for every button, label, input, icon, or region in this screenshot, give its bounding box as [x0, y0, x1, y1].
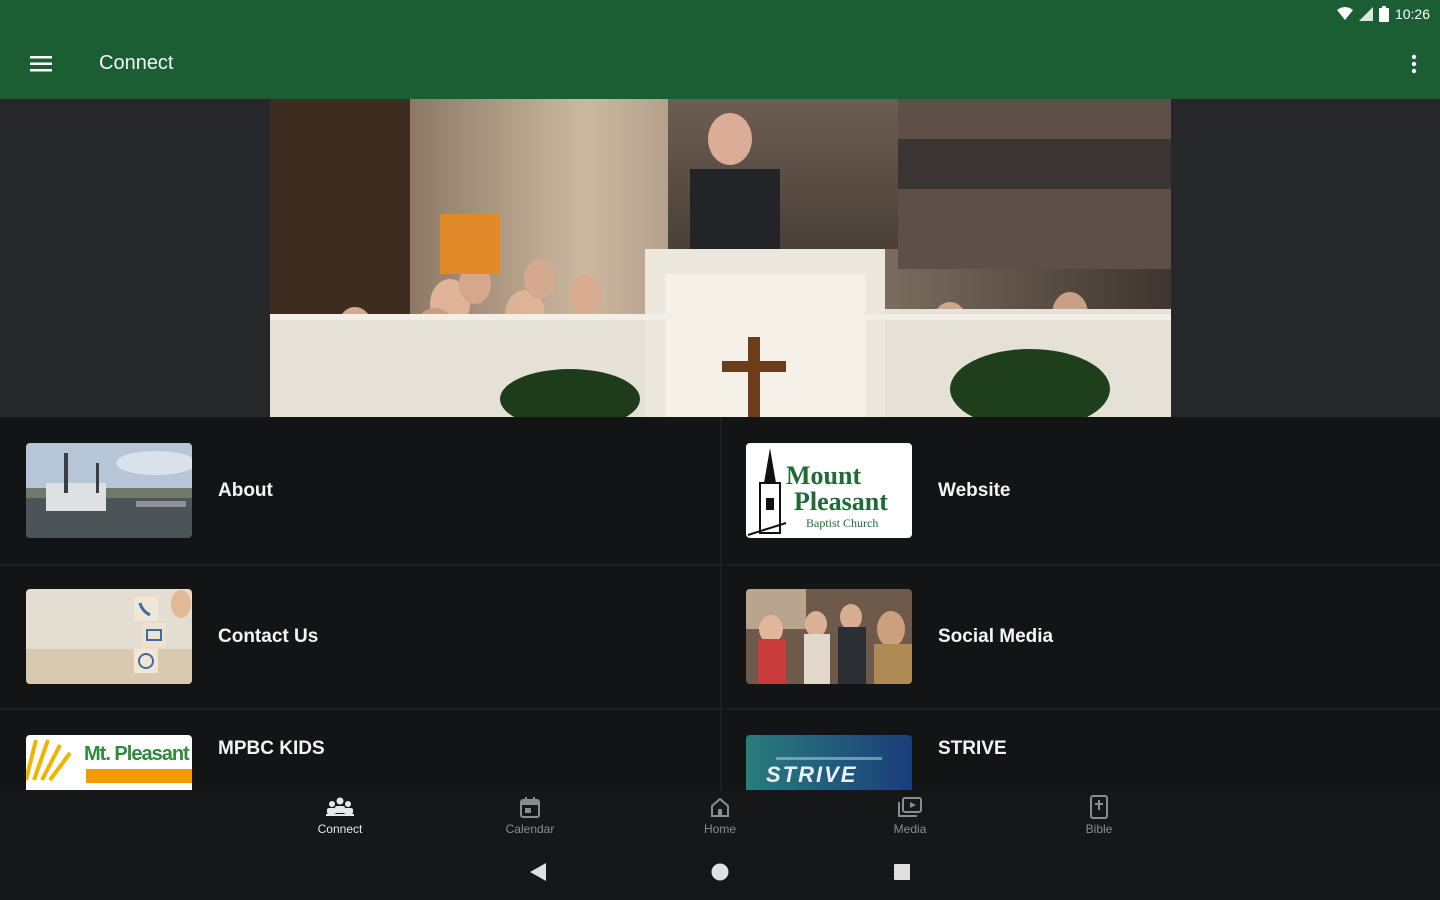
overflow-menu-button[interactable] [1404, 48, 1424, 80]
tile-social-media[interactable]: Social Media [720, 564, 1438, 710]
logo-line-mount: Mount [786, 461, 862, 490]
system-navigation [0, 840, 1440, 900]
tile-strive[interactable]: STRIVE STRIVE [720, 710, 1438, 790]
nav-label: Home [703, 822, 736, 836]
tile-about[interactable]: About [0, 418, 718, 564]
website-thumbnail: Mount Pleasant Baptist Church [746, 443, 912, 538]
strive-thumbnail: STRIVE [746, 735, 912, 790]
status-time: 10:26 [1394, 6, 1430, 22]
tile-label: STRIVE [938, 738, 1007, 759]
church-congregation-photo [270, 99, 1171, 417]
tile-label: Social Media [938, 626, 1054, 647]
signal-icon [1358, 7, 1373, 21]
home-circle-icon [711, 863, 729, 881]
battery-icon [1378, 6, 1389, 22]
nav-label: Connect [317, 822, 363, 836]
wifi-icon [1336, 7, 1353, 20]
tile-label: Contact Us [218, 626, 319, 647]
logo-line-pleasant: Pleasant [794, 487, 888, 516]
people-icon [326, 797, 354, 816]
more-vert-icon [1411, 54, 1417, 74]
system-recents-button[interactable] [890, 860, 914, 884]
tile-website[interactable]: Mount Pleasant Baptist Church Website [720, 418, 1438, 564]
calendar-icon [520, 797, 540, 818]
tile-label: Website [938, 480, 1011, 501]
logo-line-church: Baptist Church [806, 516, 879, 530]
hero-image [270, 99, 1171, 417]
home-icon [711, 797, 729, 817]
tile-label: MPBC KIDS [218, 738, 325, 759]
nav-home[interactable]: Home [670, 790, 770, 840]
strive-logo-text: STRIVE [766, 762, 858, 787]
menu-button[interactable] [22, 46, 60, 82]
app-screen: 10:26 Connect About Mount Pleasant Bapti… [0, 0, 1440, 900]
bible-icon [1090, 795, 1108, 819]
system-home-button[interactable] [708, 860, 732, 884]
kids-logo-text: Mt. Pleasant [84, 743, 190, 765]
recents-icon [894, 864, 910, 880]
hamburger-icon [30, 56, 52, 72]
bottom-navigation: Connect Calendar Home Media Bible [0, 790, 1440, 840]
tile-mpbc-kids[interactable]: Mt. Pleasant MPBC KIDS [0, 710, 718, 790]
tile-contact-us[interactable]: Contact Us [0, 564, 718, 710]
harbor-photo [26, 443, 192, 538]
status-bar: 10:26 [0, 0, 1440, 30]
nav-media[interactable]: Media [860, 790, 960, 840]
nav-calendar[interactable]: Calendar [480, 790, 580, 840]
nav-label: Calendar [505, 822, 555, 836]
media-icon [898, 797, 922, 817]
kids-thumbnail: Mt. Pleasant [26, 735, 192, 790]
page-title: Connect [99, 52, 174, 74]
nav-label: Media [893, 822, 927, 836]
app-bar: Connect [0, 30, 1440, 99]
fellowship-photo [746, 589, 912, 684]
nav-label: Bible [1085, 822, 1113, 836]
tile-label: About [218, 480, 273, 501]
social-media-thumbnail [746, 589, 912, 684]
nav-connect[interactable]: Connect [290, 790, 390, 840]
status-icons: 10:26 [1336, 6, 1430, 22]
connect-grid: About Mount Pleasant Baptist Church Webs… [0, 418, 1440, 790]
back-icon [530, 863, 546, 881]
contact-thumbnail [26, 589, 192, 684]
system-back-button[interactable] [526, 860, 550, 884]
about-thumbnail [26, 443, 192, 538]
nav-bible[interactable]: Bible [1049, 790, 1149, 840]
contact-blocks-photo [26, 589, 192, 684]
